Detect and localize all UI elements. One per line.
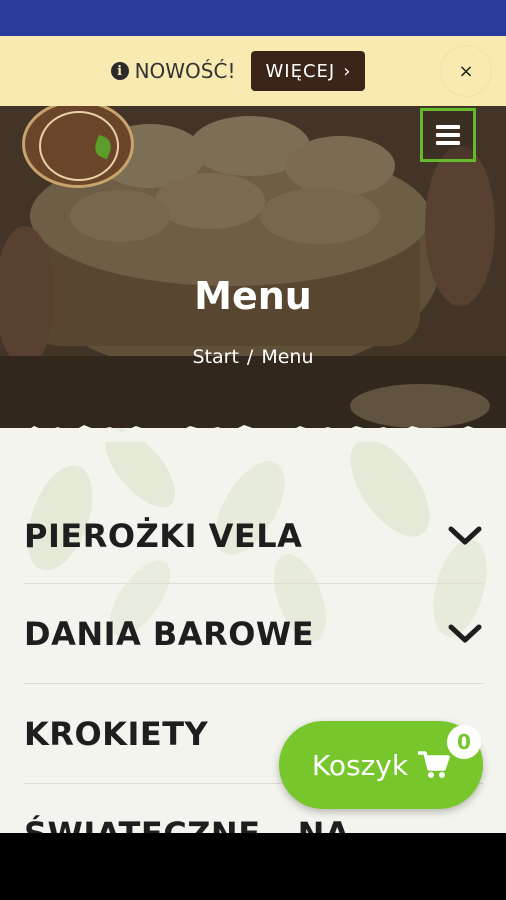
cart-button[interactable]: Koszyk 0 [279,721,483,809]
status-bar [0,0,506,36]
category-label: ŚWIĄTECZNE - NA [24,815,350,834]
chevron-down-icon[interactable] [447,622,483,646]
breadcrumb-home-link[interactable]: Start [193,346,239,368]
category-label: DANIA BAROWE [24,614,315,653]
breadcrumb: Start / Menu [0,346,506,368]
promo-bar: i NOWOŚĆ! WIĘCEJ › × [0,36,506,106]
breadcrumb-separator: / [246,346,254,368]
chevron-down-icon[interactable] [447,524,483,548]
chevron-right-icon: › [343,60,352,82]
category-item[interactable]: PIEROŻKI VELA [24,488,483,584]
menu-toggle-button[interactable] [420,108,476,162]
cart-count-badge: 0 [447,725,481,759]
close-icon[interactable]: × [440,45,492,97]
page-title: Menu [194,274,312,318]
info-icon: i [110,62,129,80]
more-button-label: WIĘCEJ [265,60,336,82]
torn-paper-edge [0,425,506,442]
category-label: PIEROŻKI VELA [24,516,303,555]
system-navigation-bar [0,833,506,900]
hero-banner: Menu Start / Menu [0,106,506,441]
promo-text: NOWOŚĆ! [134,59,236,83]
shopping-cart-icon [418,751,450,778]
breadcrumb-current: Menu [261,346,314,368]
cart-label: Koszyk [311,748,409,782]
promo-info: i NOWOŚĆ! [110,59,236,83]
more-button[interactable]: WIĘCEJ › [251,51,366,91]
close-label: × [458,60,474,82]
hamburger-menu-icon [436,125,460,145]
category-label: KROKIETY [24,714,209,753]
category-item[interactable]: DANIA BAROWE [24,584,483,684]
